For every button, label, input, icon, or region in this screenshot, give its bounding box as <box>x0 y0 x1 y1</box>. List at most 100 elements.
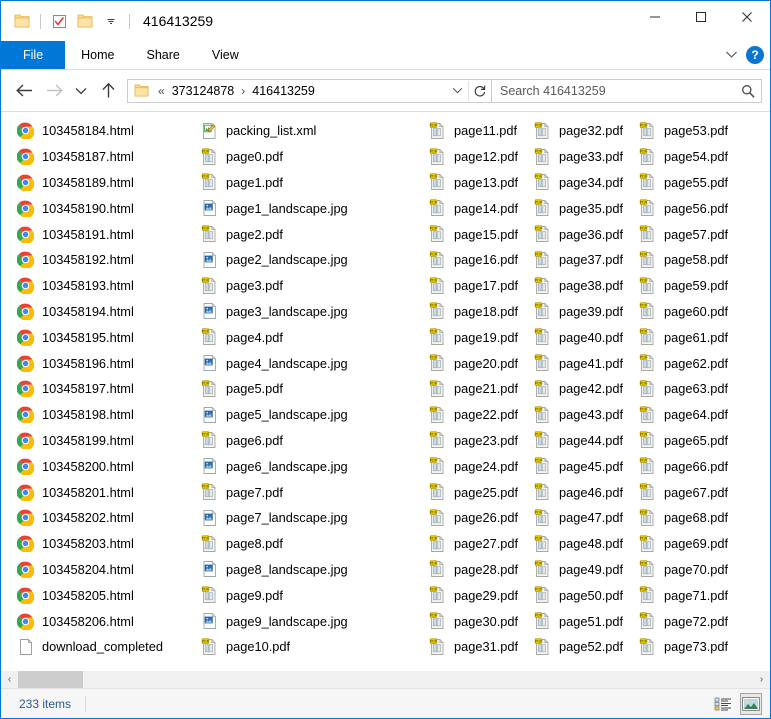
refresh-icon[interactable] <box>469 80 491 102</box>
file-item[interactable]: PDF page5.pdf <box>199 376 427 402</box>
file-item[interactable]: download_completed <box>15 634 199 660</box>
file-item[interactable]: PDF page33.pdf <box>532 144 637 170</box>
file-item[interactable]: PDF page36.pdf <box>532 221 637 247</box>
file-item[interactable]: PDF page55.pdf <box>637 170 742 196</box>
file-item[interactable]: PDF page64.pdf <box>637 402 742 428</box>
file-item[interactable]: PDF page29.pdf <box>427 582 532 608</box>
file-item[interactable]: PDF page7.pdf <box>199 479 427 505</box>
file-item[interactable]: PDF page19.pdf <box>427 324 532 350</box>
file-item[interactable]: PDF page1.pdf <box>199 170 427 196</box>
file-item[interactable]: PDF page11.pdf <box>427 118 532 144</box>
file-item[interactable]: PDF page14.pdf <box>427 195 532 221</box>
file-item[interactable]: PDF page57.pdf <box>637 221 742 247</box>
file-item[interactable]: PDF page46.pdf <box>532 479 637 505</box>
file-item[interactable]: PDF page35.pdf <box>532 195 637 221</box>
file-item[interactable]: 103458204.html <box>15 557 199 583</box>
file-item[interactable]: PDF page47.pdf <box>532 505 637 531</box>
file-item[interactable]: PDF page8.pdf <box>199 531 427 557</box>
breadcrumb-separator[interactable]: › <box>237 84 249 98</box>
file-item[interactable]: PDF page34.pdf <box>532 170 637 196</box>
file-item[interactable]: PDF page43.pdf <box>532 402 637 428</box>
scroll-left-arrow[interactable]: ‹ <box>1 671 18 688</box>
minimize-button[interactable] <box>632 1 678 33</box>
file-item[interactable]: PDF page42.pdf <box>532 376 637 402</box>
chevron-down-icon[interactable] <box>725 46 738 64</box>
file-item[interactable]: PDF page30.pdf <box>427 608 532 634</box>
file-item[interactable]: 103458201.html <box>15 479 199 505</box>
file-item[interactable]: PDF page4.pdf <box>199 324 427 350</box>
file-item[interactable]: page9_landscape.jpg <box>199 608 427 634</box>
file-item[interactable]: 103458205.html <box>15 582 199 608</box>
address-bar[interactable]: « 373124878 › 416413259 <box>127 78 492 103</box>
scroll-right-arrow[interactable]: › <box>753 671 770 688</box>
file-item[interactable]: PDF page51.pdf <box>532 608 637 634</box>
file-item[interactable]: PDF page26.pdf <box>427 505 532 531</box>
tab-view[interactable]: View <box>196 41 255 69</box>
file-item[interactable]: page6_landscape.jpg <box>199 453 427 479</box>
file-item[interactable]: 103458184.html <box>15 118 199 144</box>
file-item[interactable]: 103458196.html <box>15 350 199 376</box>
details-view-button[interactable] <box>712 693 734 715</box>
file-item[interactable]: page8_landscape.jpg <box>199 557 427 583</box>
file-item[interactable]: page2_landscape.jpg <box>199 247 427 273</box>
file-item[interactable]: PDF page50.pdf <box>532 582 637 608</box>
file-item[interactable]: 103458199.html <box>15 428 199 454</box>
file-item[interactable]: page1_landscape.jpg <box>199 195 427 221</box>
maximize-button[interactable] <box>678 1 724 33</box>
file-item[interactable]: page3_landscape.jpg <box>199 299 427 325</box>
file-item[interactable]: PDF page73.pdf <box>637 634 742 660</box>
file-item[interactable]: 103458187.html <box>15 144 199 170</box>
file-item[interactable]: 103458206.html <box>15 608 199 634</box>
file-item[interactable]: 103458194.html <box>15 299 199 325</box>
address-dropdown-icon[interactable] <box>446 80 468 102</box>
file-item[interactable]: PDF page12.pdf <box>427 144 532 170</box>
file-list-area[interactable]: 103458184.html 103458187.html 103458189.ht… <box>1 112 770 671</box>
file-item[interactable]: PDF page39.pdf <box>532 299 637 325</box>
tab-home[interactable]: Home <box>65 41 130 69</box>
file-item[interactable]: PDF page62.pdf <box>637 350 742 376</box>
breadcrumb-overflow[interactable]: « <box>154 84 169 98</box>
file-item[interactable]: PDF page10.pdf <box>199 634 427 660</box>
file-item[interactable]: PDF page48.pdf <box>532 531 637 557</box>
file-item[interactable]: page5_landscape.jpg <box>199 402 427 428</box>
file-item[interactable]: PDF page16.pdf <box>427 247 532 273</box>
file-item[interactable]: PDF page27.pdf <box>427 531 532 557</box>
customize-qat-icon[interactable] <box>98 8 124 34</box>
file-item[interactable]: 103458193.html <box>15 273 199 299</box>
file-item[interactable]: PDF page24.pdf <box>427 453 532 479</box>
file-item[interactable]: PDF page22.pdf <box>427 402 532 428</box>
close-button[interactable] <box>724 1 770 33</box>
tab-file[interactable]: File <box>1 41 66 69</box>
file-item[interactable]: PDF page53.pdf <box>637 118 742 144</box>
file-item[interactable]: 103458198.html <box>15 402 199 428</box>
file-item[interactable]: PDF page6.pdf <box>199 428 427 454</box>
file-item[interactable]: PDF page59.pdf <box>637 273 742 299</box>
file-item[interactable]: 103458203.html <box>15 531 199 557</box>
file-item[interactable]: PDF page40.pdf <box>532 324 637 350</box>
up-button[interactable] <box>93 76 123 106</box>
file-item[interactable]: PDF page18.pdf <box>427 299 532 325</box>
search-input[interactable] <box>492 82 735 99</box>
file-item[interactable]: PDF page37.pdf <box>532 247 637 273</box>
scrollbar-track[interactable] <box>18 671 753 688</box>
file-item[interactable]: 103458189.html <box>15 170 199 196</box>
file-item[interactable]: PDF page69.pdf <box>637 531 742 557</box>
file-item[interactable]: PDF page56.pdf <box>637 195 742 221</box>
large-icons-view-button[interactable] <box>740 693 762 715</box>
search-box[interactable] <box>492 78 762 103</box>
scrollbar-thumb[interactable] <box>18 671 83 688</box>
file-item[interactable]: PDF page32.pdf <box>532 118 637 144</box>
file-item[interactable]: PDF page45.pdf <box>532 453 637 479</box>
file-item[interactable]: 103458191.html <box>15 221 199 247</box>
file-item[interactable]: 103458197.html <box>15 376 199 402</box>
file-item[interactable]: PDF page15.pdf <box>427 221 532 247</box>
file-item[interactable]: PDF page38.pdf <box>532 273 637 299</box>
file-item[interactable]: 103458192.html <box>15 247 199 273</box>
file-item[interactable]: packing_list.xml <box>199 118 427 144</box>
help-icon[interactable]: ? <box>746 46 764 64</box>
file-item[interactable]: PDF page60.pdf <box>637 299 742 325</box>
file-item[interactable]: PDF page41.pdf <box>532 350 637 376</box>
back-button[interactable] <box>9 76 39 106</box>
file-item[interactable]: PDF page44.pdf <box>532 428 637 454</box>
breadcrumb-item-current[interactable]: 416413259 <box>249 84 318 98</box>
